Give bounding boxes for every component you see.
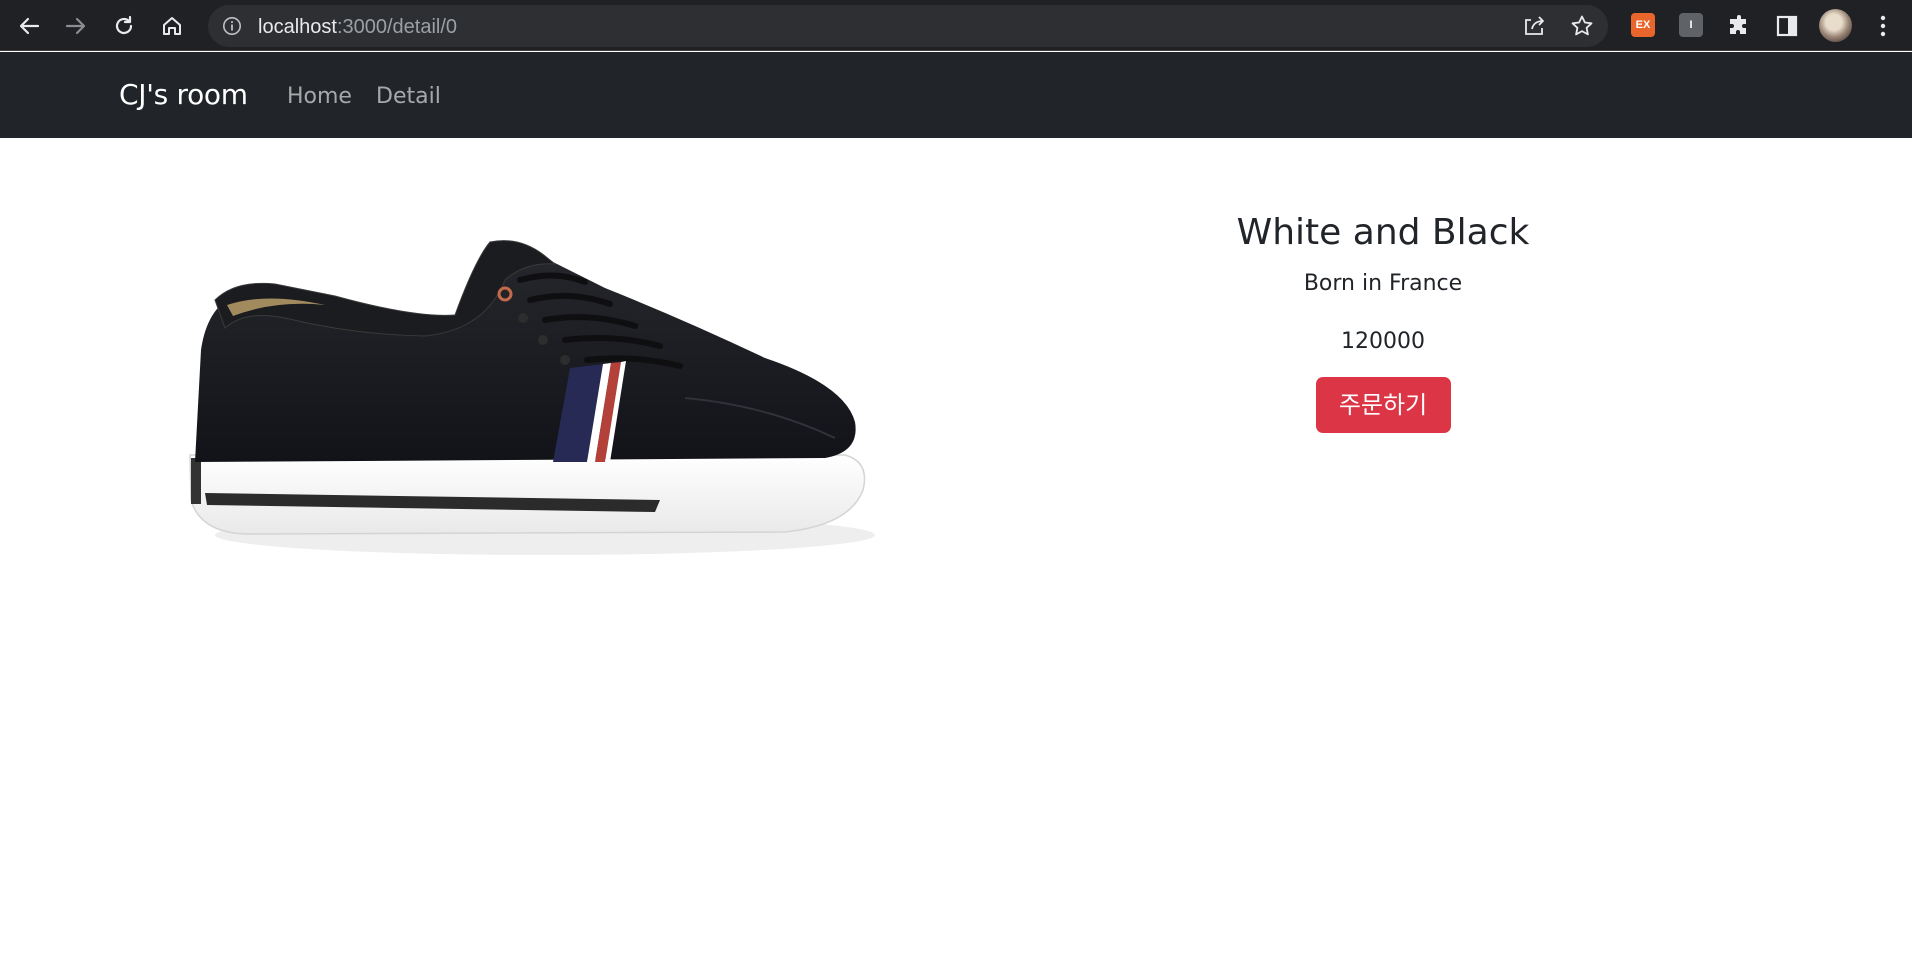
home-icon[interactable] (155, 9, 189, 43)
puzzle-icon[interactable] (1722, 9, 1756, 43)
forward-arrow-icon[interactable] (59, 9, 93, 43)
kebab-menu-icon[interactable] (1866, 9, 1900, 43)
reload-icon[interactable] (107, 9, 141, 43)
nav-link-detail[interactable]: Detail (376, 84, 441, 109)
brand-link[interactable]: CJ's room (119, 78, 248, 111)
product-title: White and Black (1236, 212, 1530, 253)
profile-avatar[interactable] (1819, 9, 1852, 42)
address-bar[interactable]: localhost:3000/detail/0 (208, 5, 1608, 47)
url-text: localhost:3000/detail/0 (258, 16, 457, 39)
product-info: White and Black Born in France 120000 주문… (1150, 205, 1616, 433)
app-navbar: CJ's room Home Detail (0, 52, 1912, 138)
share-icon[interactable] (1522, 14, 1546, 42)
bookmark-star-icon[interactable] (1570, 14, 1594, 42)
url-path: :3000/detail/0 (336, 16, 458, 38)
product-price: 120000 (1341, 329, 1425, 354)
back-arrow-icon[interactable] (12, 9, 46, 43)
product-image (125, 200, 945, 585)
side-panel-icon[interactable] (1770, 9, 1804, 43)
site-info-icon[interactable] (222, 16, 242, 40)
extension-i-icon[interactable]: I (1679, 13, 1703, 37)
product-description: Born in France (1303, 271, 1463, 296)
url-host: localhost (258, 16, 337, 38)
browser-toolbar: localhost:3000/detail/0 EX I (0, 0, 1912, 51)
order-button[interactable]: 주문하기 (1315, 377, 1451, 433)
extension-ex-icon[interactable]: EX (1631, 13, 1655, 37)
nav-link-home[interactable]: Home (287, 84, 352, 109)
